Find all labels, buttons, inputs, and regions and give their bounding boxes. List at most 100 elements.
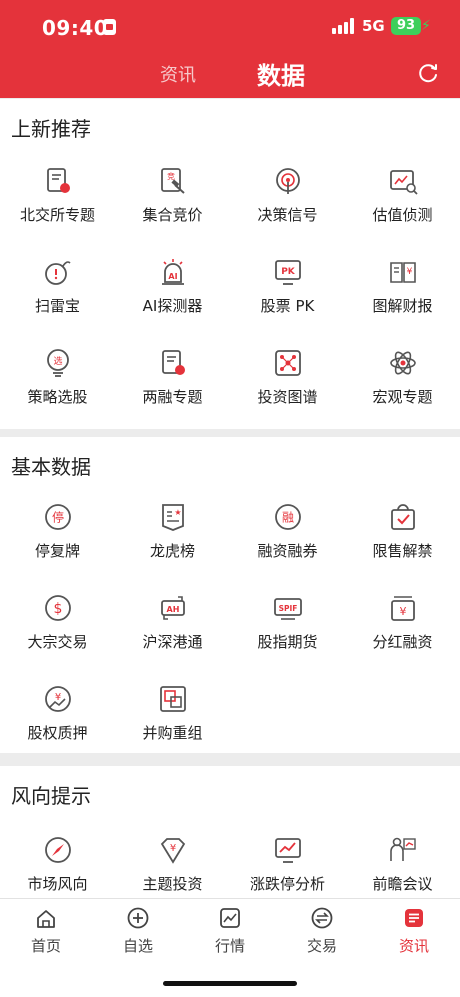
- grid-item-label: AI探测器: [142, 297, 203, 315]
- auction-hammer-icon: 竞: [161, 168, 185, 194]
- grid-item[interactable]: 市场风向: [0, 835, 115, 905]
- section-new-recommend: 上新推荐 北交所专题竞集合竞价 决策信号 估值侦测 扫雷宝 AI AI探测器 PK 股票 PK…: [0, 99, 460, 429]
- grid-item[interactable]: $ 大宗交易: [0, 593, 115, 663]
- grid-item-label: 停复牌: [34, 542, 80, 560]
- grid-item-label: 主题投资: [142, 875, 203, 893]
- svg-text:★: ★: [174, 508, 181, 517]
- grid-item[interactable]: 涨跌停分析: [230, 835, 345, 905]
- plus-circle-icon: [127, 907, 149, 929]
- svg-text:¥: ¥: [55, 692, 61, 703]
- grid-item[interactable]: 北交所专题: [0, 166, 115, 236]
- grid-item-label: 并购重组: [142, 724, 203, 742]
- yuan-diamond-icon: ¥: [160, 838, 186, 864]
- ah-exchange-icon: AH: [161, 596, 185, 620]
- exchange-icon: [311, 907, 333, 929]
- grid-item-label: 市场风向: [27, 875, 88, 893]
- bomb-icon: [45, 261, 71, 285]
- tabbar-item[interactable]: 行情: [184, 905, 276, 955]
- grid-item[interactable]: AH 沪深港通: [115, 593, 230, 663]
- chart-line-icon: [220, 908, 240, 928]
- ranking-banner-icon: ★: [162, 504, 184, 531]
- tabbar-item[interactable]: 自选: [92, 905, 184, 955]
- presenter-icon: [390, 837, 416, 861]
- grid-item[interactable]: 估值侦测: [345, 166, 460, 236]
- compass-icon: [45, 837, 71, 863]
- grid-item[interactable]: SPIF 股指期货: [230, 593, 345, 663]
- grid-item[interactable]: 宏观专题: [345, 348, 460, 418]
- tabbar-item[interactable]: 首页: [0, 905, 92, 955]
- tabbar-item-label: 行情: [214, 937, 245, 955]
- trend-board-icon: [275, 838, 301, 863]
- tabbar-item[interactable]: 资讯: [368, 905, 460, 955]
- spif-card-icon: SPIF: [274, 598, 302, 620]
- svg-text:停: 停: [52, 510, 64, 525]
- svg-text:PK: PK: [281, 267, 296, 277]
- grid-item-label: 涨跌停分析: [249, 875, 325, 893]
- grid-item[interactable]: 两融专题: [115, 348, 230, 418]
- grid-item-label: 龙虎榜: [149, 542, 195, 560]
- grid-item[interactable]: ★ 龙虎榜: [115, 502, 230, 572]
- home-indicator: [163, 981, 297, 986]
- section-title: 基本数据: [11, 455, 91, 479]
- yuan-wallet-icon: ¥: [391, 596, 415, 621]
- grid-item-label: 宏观专题: [372, 388, 433, 406]
- signal-icon: [332, 18, 356, 34]
- grid-item-label: 限售解禁: [372, 542, 433, 560]
- grid-item[interactable]: ¥ 股权质押: [0, 684, 115, 754]
- grid-item-label: 两融专题: [142, 388, 203, 406]
- tabbar-item-label: 交易: [306, 937, 337, 955]
- grid-item[interactable]: 决策信号: [230, 166, 345, 236]
- grid-item[interactable]: ¥ 主题投资: [115, 835, 230, 905]
- grid-item-label: 估值侦测: [372, 206, 433, 224]
- home-icon: [37, 910, 55, 928]
- grid-item[interactable]: 竞集合竞价: [115, 166, 230, 236]
- grid-item[interactable]: 限售解禁: [345, 502, 460, 572]
- grid-item[interactable]: 扫雷宝: [0, 257, 115, 327]
- tab-data[interactable]: 数据: [257, 56, 305, 91]
- grid-item[interactable]: ¥ 分红融资: [345, 593, 460, 663]
- tabbar-item-label: 自选: [122, 937, 153, 955]
- atom-icon: [390, 351, 416, 375]
- orientation-lock-icon: [103, 19, 116, 35]
- grid-item[interactable]: 融融资融券: [230, 502, 345, 572]
- stock-picker-icon: 选: [47, 349, 69, 377]
- dollar-circle-icon: $: [45, 595, 71, 621]
- tab-news[interactable]: 资讯: [160, 61, 196, 87]
- grid-item[interactable]: AI AI探测器: [115, 257, 230, 327]
- grid-item-label: 决策信号: [257, 206, 318, 224]
- svg-text:SPIF: SPIF: [279, 604, 298, 613]
- grid-item[interactable]: PK 股票 PK: [230, 257, 345, 327]
- grid-item[interactable]: 前瞻会议: [345, 835, 460, 905]
- grid-item-label: 股票 PK: [260, 297, 315, 315]
- svg-text:$: $: [54, 601, 63, 617]
- svg-text:选: 选: [53, 355, 62, 367]
- refresh-icon[interactable]: [417, 62, 439, 84]
- grid-item-label: 股权质押: [27, 724, 88, 742]
- suspend-circle-icon: 停: [45, 504, 71, 530]
- grid-item-label: 扫雷宝: [34, 297, 80, 315]
- grid-item-label: 前瞻会议: [372, 875, 433, 893]
- book-report-icon: ¥: [390, 262, 416, 283]
- grid-item-label: 分红融资: [372, 633, 433, 651]
- section-trend-hints: 风向提示 市场风向 ¥ 主题投资 涨跌停分析 前瞻会议: [0, 766, 460, 898]
- pk-monitor-icon: PK: [275, 260, 301, 285]
- grid-item[interactable]: 投资图谱: [230, 348, 345, 418]
- charging-icon: ⚡: [421, 18, 431, 34]
- section-title: 风向提示: [11, 784, 91, 808]
- svg-text:¥: ¥: [170, 843, 176, 854]
- grid-item[interactable]: 并购重组: [115, 684, 230, 754]
- news-icon: [405, 909, 423, 927]
- tabbar-item[interactable]: 交易: [276, 905, 368, 955]
- chart-magnifier-icon: [390, 170, 418, 195]
- grid-item[interactable]: 停停复牌: [0, 502, 115, 572]
- grid-item-label: 大宗交易: [27, 633, 88, 651]
- grid-item[interactable]: ¥ 图解财报: [345, 257, 460, 327]
- tabbar-item-label: 资讯: [398, 937, 429, 955]
- grid-item-label: 集合竞价: [142, 206, 203, 224]
- grid-item-label: 融资融券: [257, 542, 318, 560]
- svg-text:AI: AI: [168, 272, 177, 281]
- svg-text:融: 融: [282, 511, 294, 525]
- grid-item[interactable]: 选策略选股: [0, 348, 115, 418]
- grid-item-label: 投资图谱: [257, 388, 318, 406]
- merge-squares-icon: [160, 686, 186, 712]
